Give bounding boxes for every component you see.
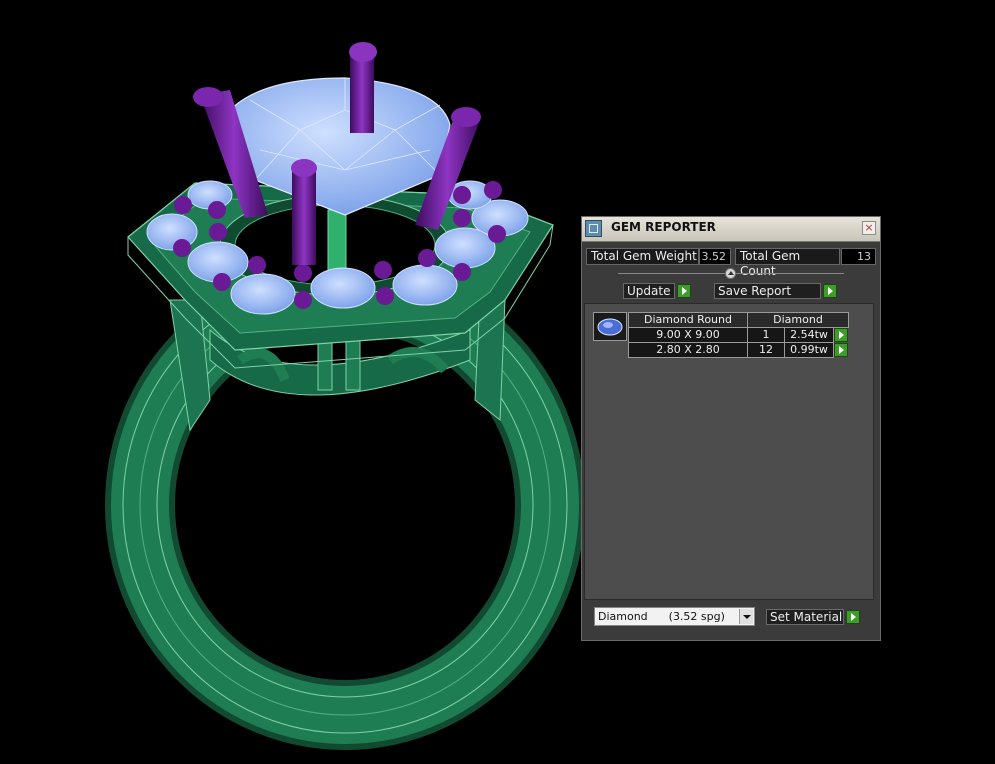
row-size: 9.00 X 9.00 (628, 327, 748, 343)
gem-icon (597, 318, 623, 336)
ring-model (105, 42, 585, 750)
gem-list: Diamond Round Diamond 9.00 X 9.00 1 2.54… (584, 303, 874, 600)
header-material: Diamond (747, 312, 849, 328)
collapse-toggle-icon[interactable] (725, 268, 736, 279)
row-select-go-icon[interactable] (834, 328, 848, 342)
panel-title: GEM REPORTER (611, 220, 716, 234)
total-gem-count-value: 13 (841, 248, 876, 265)
row-weight: 2.54tw (784, 327, 834, 343)
gem-reporter-panel: GEM REPORTER × Total Gem Weight 3.52 Tot… (581, 216, 881, 641)
update-button[interactable]: Update (623, 283, 675, 299)
panel-titlebar[interactable]: GEM REPORTER × (582, 217, 880, 242)
row-count: 1 (747, 327, 785, 343)
material-select[interactable]: Diamond (3.52 spg) (594, 607, 755, 626)
row-size: 2.80 X 2.80 (628, 342, 748, 358)
total-gem-weight-value: 3.52 (699, 248, 731, 265)
row-count: 12 (747, 342, 785, 358)
chevron-down-icon[interactable] (739, 609, 753, 624)
header-shape: Diamond Round (628, 312, 748, 328)
set-material-button[interactable]: Set Material (766, 609, 844, 625)
row-weight: 0.99tw (784, 342, 834, 358)
total-gem-count-label: Total Gem Count (735, 248, 840, 278)
save-report-button[interactable]: Save Report (714, 283, 821, 299)
save-report-go-icon[interactable] (823, 284, 837, 298)
update-go-icon[interactable] (677, 284, 691, 298)
gem-reporter-icon (585, 220, 602, 237)
round-diamond-thumbnail[interactable] (593, 312, 627, 341)
material-select-value: Diamond (3.52 spg) (598, 610, 725, 623)
total-gem-weight-label: Total Gem Weight (586, 248, 699, 265)
set-material-go-icon[interactable] (846, 610, 860, 624)
row-select-go-icon[interactable] (834, 343, 848, 357)
close-button[interactable]: × (862, 221, 876, 235)
